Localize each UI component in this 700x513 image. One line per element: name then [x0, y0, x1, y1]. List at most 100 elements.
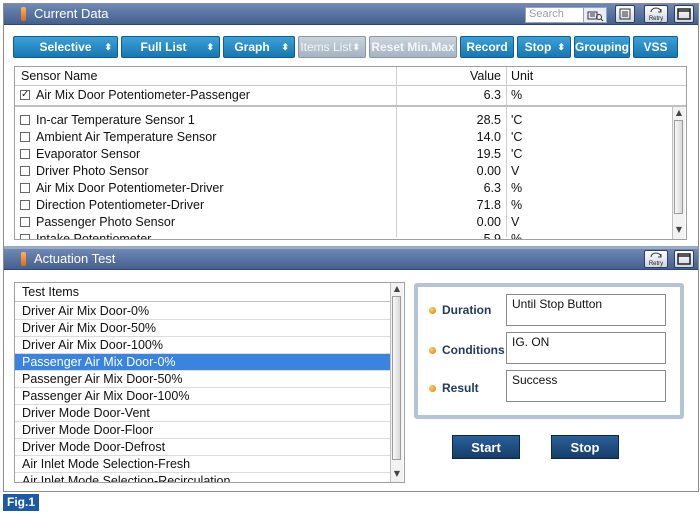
list-view-icon[interactable] [615, 5, 635, 23]
table-row[interactable]: Air Mix Door Potentiometer-Driver 6.3% [15, 180, 686, 197]
section-marker-icon [21, 252, 26, 266]
list-item[interactable]: Air Inlet Mode Selection-Fresh [15, 456, 390, 473]
table-row[interactable]: Passenger Photo Sensor 0.00 V [15, 214, 686, 231]
checkbox[interactable] [20, 115, 30, 125]
sensor-unit: % [511, 88, 523, 102]
sensor-unit: % [511, 198, 523, 212]
sensor-value: 0.00 [476, 164, 501, 178]
table-row[interactable]: Driver Photo Sensor 0.00 V [15, 163, 686, 180]
sensor-unit: % [511, 232, 523, 240]
stop-button[interactable]: Stop [551, 435, 619, 459]
checkbox[interactable] [20, 166, 30, 176]
list-item[interactable]: Driver Mode Door-Defrost [15, 439, 390, 456]
retry-icon[interactable]: Retry [644, 5, 668, 23]
list-item[interactable]: Driver Air Mix Door-50% [15, 320, 390, 337]
column-unit: Unit [511, 69, 534, 83]
updown-icon: ⬍ [352, 42, 360, 52]
sensor-value: 5.9 [483, 232, 501, 240]
graph-button[interactable]: Graph ⬍ [223, 36, 295, 58]
full-list-button[interactable]: Full List ⬍ [121, 36, 220, 58]
table-header: Sensor Name Value Unit [15, 67, 686, 86]
current-data-header: Current Data Search Retry [4, 4, 698, 25]
list-item-selected[interactable]: Passenger Air Mix Door-0% [15, 354, 390, 371]
scroll-thumb[interactable] [392, 296, 401, 460]
section-divider [4, 246, 698, 249]
result-label: Result [442, 381, 479, 395]
column-sensor-name: Sensor Name [21, 69, 98, 83]
figure-label: Fig.1 [3, 494, 40, 511]
list-item[interactable]: Driver Air Mix Door-0% [15, 303, 390, 320]
section-marker-icon [21, 7, 26, 21]
checkbox[interactable] [20, 217, 30, 227]
search-icon[interactable] [583, 7, 607, 23]
test-items-scrollbar[interactable]: ▲ ▼ [390, 283, 403, 482]
checkbox[interactable] [20, 132, 30, 142]
window-icon[interactable] [674, 5, 694, 23]
sensor-value: 6.3 [483, 88, 501, 102]
updown-icon: ⬍ [206, 42, 214, 52]
start-button[interactable]: Start [452, 435, 520, 459]
list-item[interactable]: Air Inlet Mode Selection-Recirculation [15, 473, 390, 482]
sensor-name: Direction Potentiometer-Driver [36, 198, 205, 212]
grouping-button[interactable]: Grouping [574, 36, 630, 58]
list-item[interactable]: Passenger Air Mix Door-100% [15, 388, 390, 405]
sensor-unit: 'C [511, 113, 523, 127]
checkbox-checked[interactable]: ✓ [20, 90, 30, 100]
record-button[interactable]: Record [460, 36, 514, 58]
scroll-up-icon[interactable]: ▲ [392, 284, 402, 294]
reset-min-max-button[interactable]: Reset Min.Max [369, 36, 457, 58]
table-row[interactable]: Direction Potentiometer-Driver 71.8% [15, 197, 686, 214]
sensor-value: 28.5 [476, 113, 501, 127]
sensor-value: 0.00 [476, 215, 501, 229]
scroll-down-icon[interactable]: ▼ [674, 225, 684, 235]
sensor-name: Passenger Photo Sensor [36, 215, 175, 229]
current-data-title: Current Data [34, 6, 109, 21]
scroll-down-icon[interactable]: ▼ [392, 469, 402, 479]
window-icon[interactable] [674, 250, 694, 268]
sensor-value: 19.5 [476, 147, 501, 161]
vss-button[interactable]: VSS [633, 36, 678, 58]
table-row[interactable]: Intake Potentiometer 5.9% [15, 231, 686, 240]
table-row[interactable]: In-car Temperature Sensor 1 28.5 'C [15, 112, 686, 129]
table-row[interactable]: Ambient Air Temperature Sensor 14.0 'C [15, 129, 686, 146]
checkbox[interactable] [20, 149, 30, 159]
column-value: Value [469, 69, 501, 83]
scroll-thumb[interactable] [674, 120, 683, 214]
sensor-value: 6.3 [483, 181, 501, 195]
pinned-row[interactable]: ✓ Air Mix Door Potentiometer-Passenger 6… [15, 87, 686, 107]
list-item[interactable]: Driver Mode Door-Floor [15, 422, 390, 439]
sensor-name: Air Mix Door Potentiometer-Passenger [36, 88, 250, 102]
list-item[interactable]: Driver Mode Door-Vent [15, 405, 390, 422]
actuation-test-title: Actuation Test [34, 251, 116, 266]
conditions-label: Conditions [442, 343, 505, 357]
scroll-up-icon[interactable]: ▲ [674, 108, 684, 118]
list-item[interactable]: Driver Air Mix Door-100% [15, 337, 390, 354]
retry-icon[interactable]: Retry [644, 250, 668, 268]
sensor-name: In-car Temperature Sensor 1 [36, 113, 195, 127]
sensor-unit: % [511, 181, 523, 195]
bullet-icon [429, 307, 436, 314]
retry-label: Retry [649, 16, 663, 22]
sensor-value: 14.0 [476, 130, 501, 144]
result-field: Success [506, 370, 666, 402]
sensor-name: Driver Photo Sensor [36, 164, 149, 178]
table-row[interactable]: Evaporator Sensor 19.5 'C [15, 146, 686, 163]
updown-icon: ⬍ [557, 42, 565, 52]
checkbox[interactable] [20, 234, 30, 239]
sensor-value: 71.8 [476, 198, 501, 212]
sensor-name: Evaporator Sensor [36, 147, 141, 161]
sensor-name: Ambient Air Temperature Sensor [36, 130, 217, 144]
bullet-icon [429, 385, 436, 392]
checkbox[interactable] [20, 200, 30, 210]
sensor-unit: 'C [511, 147, 523, 161]
items-list-button[interactable]: Items List ⬍ [298, 36, 366, 58]
stop-record-button[interactable]: Stop ⬍ [517, 36, 571, 58]
list-header: Test Items [15, 283, 390, 302]
checkbox[interactable] [20, 183, 30, 193]
test-info-panel: Duration Until Stop Button Conditions IG… [414, 283, 684, 419]
sensor-unit: V [511, 215, 520, 229]
test-items-list: Test Items Driver Air Mix Door-0% Driver… [14, 282, 405, 483]
selective-display-button[interactable]: Selective Display⬍ [13, 36, 118, 74]
list-item[interactable]: Passenger Air Mix Door-50% [15, 371, 390, 388]
sensor-table-scrollbar[interactable]: ▲ ▼ [672, 107, 685, 239]
